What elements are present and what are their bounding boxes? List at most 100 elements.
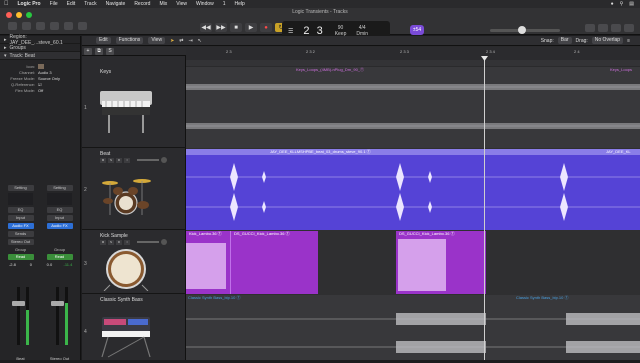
smart-controls-button[interactable] [50,22,59,30]
view-menu[interactable]: View [148,37,166,44]
menu-view[interactable]: View [176,1,187,7]
volume-fader-track[interactable] [17,287,20,345]
volume-fader-track[interactable] [56,287,59,345]
menu-1[interactable]: 1 [223,1,226,7]
region-kick-b[interactable]: DS_GUCCI_Kick_Lambo.36 Ⓣ [230,231,318,294]
search-icon[interactable]: ⚲ [620,1,624,7]
input-monitor-button[interactable]: I [124,157,130,163]
file-browser-button[interactable] [624,24,634,32]
control-center-icon[interactable]: ▤ [629,1,634,7]
track-volume-slider[interactable] [137,159,159,161]
cycle-area[interactable] [186,60,640,66]
eq-thumbnail[interactable] [47,193,72,205]
menu-navigate[interactable]: Navigate [106,1,126,7]
region-bass[interactable]: Classic Synth Bass_bip.10 Ⓣ Classic Synt… [186,295,640,360]
library-button[interactable] [8,22,17,30]
solo-button[interactable]: S [108,239,114,245]
inspector-button[interactable] [22,22,31,30]
track-pan-knob[interactable] [161,239,167,245]
mixer-button[interactable] [64,22,73,30]
setting-button[interactable]: Setting [46,185,73,191]
flex-icon[interactable]: ⇄ [179,38,183,44]
menu-file[interactable]: File [50,1,58,7]
lcd-menu-icon[interactable]: ☰ [288,28,293,35]
notepad-button[interactable] [598,24,608,32]
bass-waveform [186,313,640,353]
track-header-keys[interactable]: Keys 1 [82,67,186,148]
eq-button[interactable]: EQ [46,207,73,213]
editors-button[interactable] [78,22,87,30]
playhead[interactable] [484,56,485,360]
stop-icon[interactable]: ■ [230,23,242,32]
region-beat[interactable]: JAY_DEE_KLLMSHPBE_beat_03_drums_steve_90… [186,149,640,230]
catch-icon[interactable]: ⇥ [188,38,192,44]
fast-forward-icon[interactable]: ▶▶ [215,23,227,32]
timeline-ruler[interactable]: 2 3 2 3 2 2 3 3 2 3 4 2 4 [186,47,640,66]
record-enable-button[interactable]: R [116,157,122,163]
param-value: Source Only [38,75,61,81]
track-name: Keys [100,69,112,75]
sends-button[interactable]: Sends [7,231,34,237]
region-kick-c[interactable]: DS_GUCCI_Kick_Lambo.36 Ⓣ [396,231,486,294]
rewind-icon[interactable]: ◀◀ [200,23,212,32]
param-flex-mode[interactable]: Flex Mode: Off [0,87,80,93]
input-button[interactable]: Input [46,215,73,221]
loop-browser-button[interactable] [611,24,621,32]
play-icon[interactable]: ▶ [245,23,257,32]
mute-button[interactable]: M [100,239,106,245]
view-buttons [8,22,87,30]
drag-select[interactable]: No Overlap [591,37,624,44]
record-enable-button[interactable]: R [116,239,122,245]
track-header-kick-sample[interactable]: Kick Sample MSRI 3 [82,231,186,294]
mute-button[interactable]: M [100,157,106,163]
kick-waveform [398,239,446,291]
audio-fx-button[interactable]: Audio FX [46,223,73,229]
edit-menu[interactable]: Edit [96,37,111,44]
automation-button[interactable]: Read [46,254,73,260]
level-readouts: -2.8 0 [2,262,39,267]
volume-fader-knob[interactable] [12,301,25,306]
track-header-beat[interactable]: Beat MSRI 2 [82,149,186,230]
param-key: Freeze Mode: [10,75,35,81]
output-button[interactable]: Stereo Out [7,239,34,245]
list-editors-button[interactable] [585,24,595,32]
solo-global-icon[interactable]: S [106,47,114,55]
help-button[interactable] [36,22,45,30]
setting-button[interactable]: Setting [7,185,34,191]
region-inspector-row[interactable]: ▸ Region: JAY_DEE_...steve_60.1 [0,34,80,46]
menu-logic-pro[interactable]: Logic Pro [18,1,41,7]
record-icon[interactable]: ● [260,23,272,32]
tuner-badge[interactable]: ±54 [410,25,424,35]
master-volume-slider[interactable] [490,26,560,34]
menu-edit[interactable]: Edit [67,1,76,7]
automation-button[interactable]: Read [7,254,34,260]
snap-select[interactable]: Bar [557,37,572,44]
automation-icon[interactable]: ➤ [170,38,174,44]
track-pan-knob[interactable] [161,157,167,163]
fader-value: 0.0 [46,262,53,267]
input-button[interactable]: Input [7,215,34,221]
add-track-icon[interactable]: + [84,47,92,55]
eq-thumbnail[interactable] [8,193,33,205]
menu-window[interactable]: Window [196,1,214,7]
menu-help[interactable]: Help [235,1,245,7]
functions-menu[interactable]: Functions [115,37,144,44]
menu-mix[interactable]: Mix [159,1,167,7]
track-inspector-row[interactable]: ▾ Track: Beat [0,52,80,60]
volume-fader-knob[interactable] [51,301,64,306]
duplicate-track-icon[interactable]: ⧉ [95,47,103,55]
track-header-classic-synth-bass[interactable]: Classic Synth Bass 4 [82,295,186,360]
menu-record[interactable]: Record [134,1,150,7]
track-volume-slider[interactable] [137,241,159,243]
solo-button[interactable]: S [108,157,114,163]
master-volume-knob[interactable] [518,26,526,34]
pointer-tool-icon[interactable]: ↖ [198,38,202,44]
input-monitor-button[interactable]: I [124,239,130,245]
menu-track[interactable]: Track [84,1,96,7]
checkbox-icon[interactable]: ☑ [38,82,42,87]
waveform-zoom-icon[interactable]: ≡ [627,38,630,44]
eq-button[interactable]: EQ [7,207,34,213]
apple-icon[interactable]:  [4,1,9,7]
audio-fx-button[interactable]: Audio FX [7,223,34,229]
region-keys[interactable]: Keys_Loops_(4MB)-nPlug_Dm_90_Ⓣ Keys_Loop… [186,67,640,148]
